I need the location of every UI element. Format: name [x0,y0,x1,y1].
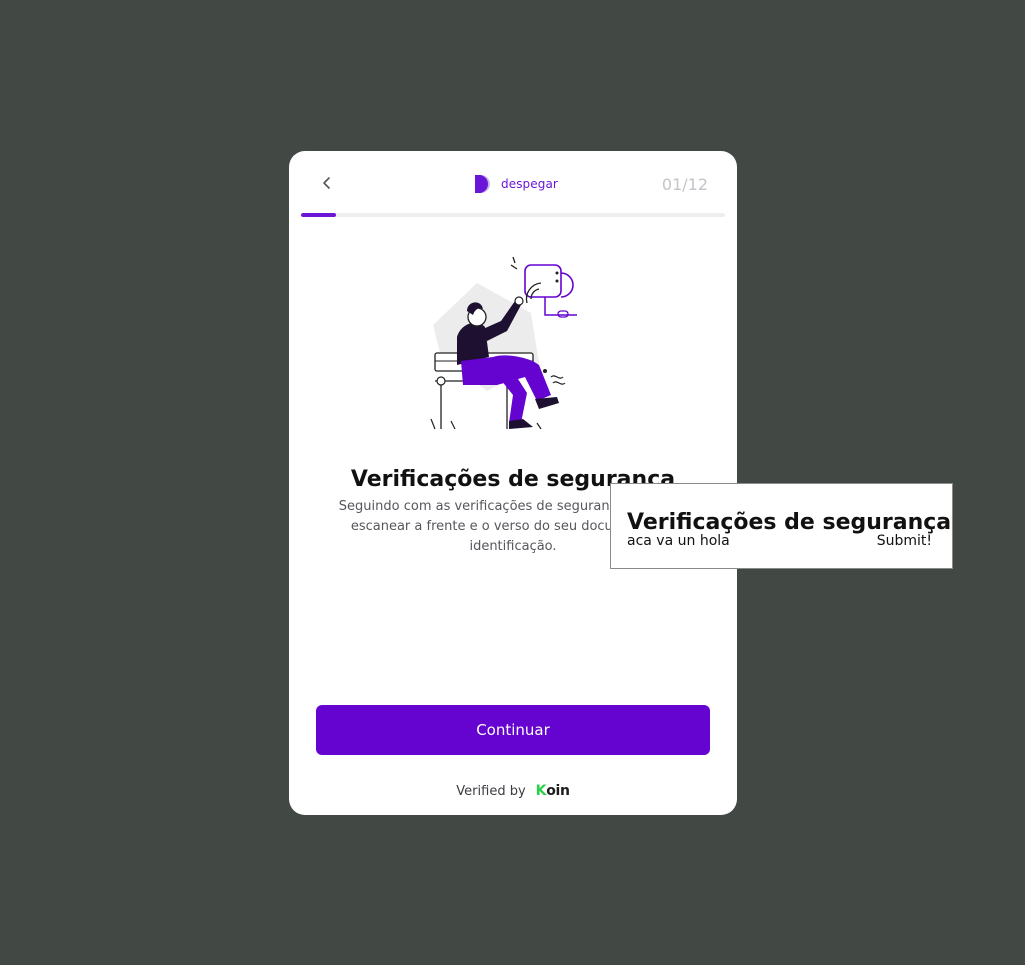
overlay-popup: Verificações de segurança aca va un hola… [610,483,953,569]
verified-by-label: Verified by [456,783,526,799]
person-on-bench-illustration [430,256,577,430]
progress-fill [301,213,337,217]
popup-text: aca va un hola [627,533,730,549]
step-counter: 01/12 [661,175,708,194]
popup-title: Verificações de segurança [627,510,952,534]
koin-logo-rest: oin [546,783,570,799]
chevron-left-icon [323,177,330,189]
popup-submit-button[interactable]: Submit! [877,533,932,549]
despegar-logo: despegar [473,173,558,195]
progress-bar [301,213,725,217]
back-button[interactable] [317,173,337,193]
modal-header: despegar 01/12 [289,151,737,217]
koin-logo: Koin [536,783,570,799]
despegar-logo-icon [475,175,490,193]
security-illustration [427,253,599,437]
continue-button[interactable]: Continuar [316,705,710,755]
verified-by-footer: Verified by Koin [289,783,737,799]
brand-name: despegar [501,177,558,191]
koin-logo-k: K [535,783,547,799]
